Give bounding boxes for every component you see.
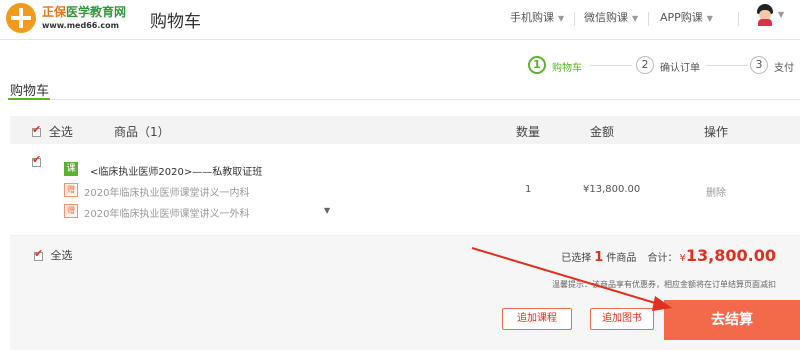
- selected-prefix: 已选择: [561, 253, 592, 264]
- logo-name: 正保医学教育网: [42, 5, 127, 19]
- step-1-label: 购物车: [552, 63, 582, 74]
- total-amount: 13,800.00: [685, 246, 776, 265]
- cart-item-row: 课 <临床执业医师2020>——私教取证班 赠 2020年临床执业医师课堂讲义一…: [10, 144, 800, 236]
- nav-wechat-buy[interactable]: 微信购课 ▼: [584, 9, 638, 25]
- cart-footer: 全选 已选择1件商品 合计：¥13,800.00 温馨提示：该商品享有优惠券，相…: [10, 236, 800, 350]
- chevron-down-icon: ▼: [558, 14, 565, 23]
- page-title: 购物车: [150, 12, 201, 32]
- gift-tag: 赠: [64, 204, 78, 218]
- step-1-number: 1: [528, 56, 546, 74]
- step-connector: [706, 65, 748, 66]
- step-2-label: 确认订单: [660, 63, 700, 74]
- coupon-notice: 温馨提示：该商品享有优惠券，相应金额将在订单结算页面减扣: [552, 280, 776, 289]
- gift-item: 2020年临床执业医师课堂讲义一内科: [84, 188, 250, 199]
- nav-divider: [574, 12, 575, 26]
- cart-section-title: 购物车: [10, 84, 50, 99]
- column-product: 商品（1）: [114, 125, 170, 139]
- gift-item: 2020年临床执业医师课堂讲义一外科: [84, 209, 250, 220]
- active-tab-underline: [8, 98, 50, 100]
- cart-table-header: 全选 商品（1） 数量 金额 操作: [10, 116, 800, 144]
- logo-emblem-icon: [6, 3, 36, 33]
- expand-gifts-icon[interactable]: ▼: [324, 206, 330, 215]
- item-checkbox[interactable]: [32, 153, 41, 167]
- gift-tag: 赠: [64, 183, 78, 197]
- selected-count: 1: [594, 250, 604, 265]
- delete-item-link[interactable]: 删除: [706, 184, 726, 199]
- item-amount: ¥13,800.00: [583, 184, 641, 195]
- nav-mobile-buy[interactable]: 手机购课 ▼: [510, 9, 564, 25]
- column-amount: 金额: [590, 125, 615, 139]
- chevron-down-icon[interactable]: ▼: [778, 10, 784, 19]
- step-connector: [590, 65, 632, 66]
- total-label: 合计：: [647, 253, 678, 264]
- item-title[interactable]: <临床执业医师2020>——私教取证班: [90, 163, 262, 178]
- step-3-label: 支付: [774, 63, 794, 74]
- item-quantity: 1: [525, 184, 532, 195]
- site-header: 正保医学教育网 www.med66.com 购物车 手机购课 ▼ 微信购课 ▼ AP…: [0, 0, 800, 40]
- logo-url: www.med66.com: [42, 21, 119, 30]
- select-all-checkbox-top[interactable]: 全选: [32, 123, 73, 140]
- column-action: 操作: [704, 125, 729, 139]
- nav-divider: [648, 12, 649, 26]
- column-quantity: 数量: [516, 125, 541, 139]
- checkbox-checked-icon[interactable]: [34, 247, 43, 261]
- selected-suffix: 件商品: [606, 253, 637, 264]
- nav-app-buy[interactable]: APP购课 ▼: [660, 9, 713, 25]
- course-tag: 课: [64, 162, 78, 176]
- cart-summary: 已选择 1 件商品 合计： ¥13,800.00: [561, 246, 776, 265]
- add-book-button[interactable]: 追加图书: [590, 308, 654, 330]
- step-2-number: 2: [636, 56, 654, 74]
- checkout-button[interactable]: 去结算: [664, 300, 800, 340]
- user-avatar[interactable]: [756, 4, 774, 26]
- checkbox-checked-icon[interactable]: [32, 123, 41, 137]
- select-all-checkbox-bottom[interactable]: 全选: [34, 247, 73, 263]
- chevron-down-icon: ▼: [632, 14, 639, 23]
- nav-divider: [738, 12, 739, 26]
- chevron-down-icon: ▼: [706, 14, 713, 23]
- step-3-number: 3: [750, 56, 768, 74]
- add-course-button[interactable]: 追加课程: [502, 308, 572, 330]
- divider: [8, 99, 800, 100]
- site-logo[interactable]: 正保医学教育网 www.med66.com: [6, 3, 126, 35]
